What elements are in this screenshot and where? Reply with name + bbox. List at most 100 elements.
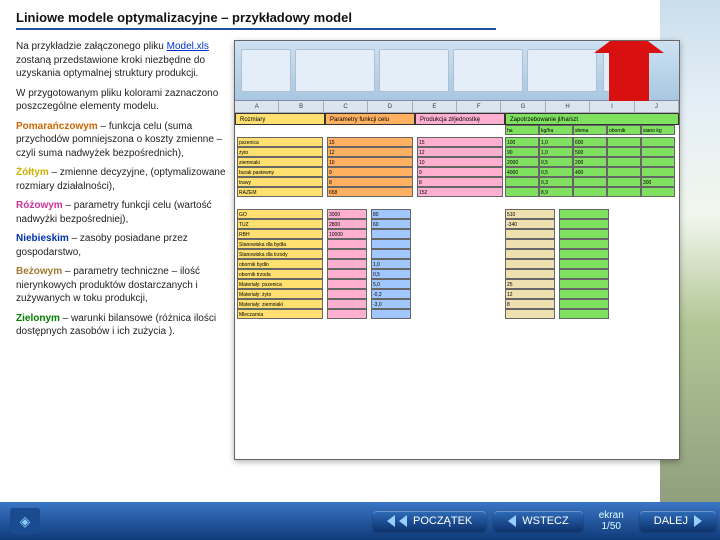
cell: 1,0: [539, 147, 573, 157]
cell: [505, 249, 555, 259]
cell: [505, 187, 539, 197]
cell: 90: [505, 147, 539, 157]
cell: pszenica: [237, 137, 323, 147]
cell: 0,5: [539, 157, 573, 167]
cell: [327, 239, 367, 249]
cell: [559, 209, 609, 219]
cell: [505, 229, 555, 239]
cell: Materiały: żyto: [237, 289, 323, 299]
cell: 8: [417, 177, 503, 187]
cell: siano kg: [641, 125, 675, 135]
cell: 10: [417, 157, 503, 167]
cell: 200: [573, 157, 607, 167]
cell: [559, 279, 609, 289]
cell: 658: [327, 187, 413, 197]
cell: [559, 269, 609, 279]
cell: RBH: [237, 229, 323, 239]
cell: [559, 239, 609, 249]
cell: burak pastewny: [237, 167, 323, 177]
back-icon: [508, 515, 516, 527]
rewind-icon: [387, 515, 395, 527]
logo-icon[interactable]: ◈: [10, 508, 40, 534]
cell: 0,5: [539, 167, 573, 177]
cell: ha: [505, 125, 539, 135]
page-number: 1/50: [599, 521, 624, 532]
lbl-green: Zielonym: [16, 313, 60, 324]
cell: Stanowiska dla bydła: [237, 239, 323, 249]
cell: [607, 167, 641, 177]
cell: -3,0: [371, 299, 411, 309]
cell: [559, 219, 609, 229]
cell: 5,0: [371, 279, 411, 289]
cell: [559, 249, 609, 259]
cell: [327, 279, 367, 289]
cell: 15: [417, 137, 503, 147]
cell: [607, 157, 641, 167]
cell: 1,0: [371, 259, 411, 269]
lbl-pink: Różowym: [16, 200, 63, 211]
cell: [573, 187, 607, 197]
cell: 0,5: [371, 269, 411, 279]
cell: 1,0: [539, 137, 573, 147]
ribbon-group: [241, 49, 291, 92]
intro-a: Na przykładzie załączonego pliku: [16, 41, 167, 52]
cell: [641, 137, 675, 147]
lbl-orange: Pomarańczowym: [16, 121, 98, 132]
cell: [641, 147, 675, 157]
ribbon-group: [453, 49, 523, 92]
cell: 12: [505, 289, 555, 299]
cell: -340: [505, 219, 555, 229]
cell: [607, 177, 641, 187]
cell: 10: [327, 157, 413, 167]
cell: [371, 239, 411, 249]
cell: Materiały: pszenica: [237, 279, 323, 289]
cell: 2800: [327, 219, 367, 229]
cell: Materiały: ziemniaki: [237, 299, 323, 309]
nav-start-button[interactable]: POCZĄTEK: [373, 511, 486, 531]
cell: 12: [417, 147, 503, 157]
cell: 15: [327, 137, 413, 147]
cell: [505, 309, 555, 319]
cell: [327, 259, 367, 269]
zone-orange: Parametry funkcji celu: [325, 113, 415, 125]
nav-bar: ◈ POCZĄTEK WSTECZ ekran 1/50 DALEJ: [0, 502, 720, 540]
cell: [641, 187, 675, 197]
cell: 9: [327, 167, 413, 177]
cell: 8: [327, 177, 413, 187]
zone-green: Zapotrzebowanie jl/ha/szt: [505, 113, 679, 125]
cell: 400: [573, 167, 607, 177]
cell: [559, 289, 609, 299]
cell: 500: [573, 147, 607, 157]
nav-back-button[interactable]: WSTECZ: [494, 511, 582, 531]
cell: [327, 309, 367, 319]
cell: [371, 249, 411, 259]
excel-screenshot: ABCDEFGHIJ Rozmiary Parametry funkcji ce…: [234, 40, 680, 460]
cell: [371, 309, 411, 319]
cell: [607, 137, 641, 147]
cell: RAZEM: [237, 187, 323, 197]
spreadsheet-grid: ABCDEFGHIJ Rozmiary Parametry funkcji ce…: [235, 101, 679, 459]
cell: 100: [505, 137, 539, 147]
nav-start-label: POCZĄTEK: [413, 515, 472, 527]
lbl-blue: Niebieskim: [16, 233, 69, 244]
cell: 8,9: [539, 187, 573, 197]
cell: GO: [237, 209, 323, 219]
cell: [559, 229, 609, 239]
intro-b: zostaną przedstawione kroki niezbędne do…: [16, 55, 205, 80]
ribbon-group: [527, 49, 597, 92]
page-title: Liniowe modele optymalizacyjne – przykła…: [16, 10, 496, 30]
nav-back-label: WSTECZ: [522, 515, 568, 527]
model-link[interactable]: Model.xls: [167, 41, 209, 52]
page-indicator: ekran 1/50: [599, 510, 624, 532]
cell: [559, 299, 609, 309]
cell: 12: [327, 147, 413, 157]
body-text: Na przykładzie załączonego pliku Model.x…: [16, 40, 226, 345]
ribbon-group: [379, 49, 449, 92]
cell: [559, 259, 609, 269]
cell: 10000: [327, 229, 367, 239]
cell: [505, 259, 555, 269]
cell: żyto: [237, 147, 323, 157]
cell: [559, 309, 609, 319]
nav-next-button[interactable]: DALEJ: [640, 511, 716, 531]
cell: kg/ha: [539, 125, 573, 135]
